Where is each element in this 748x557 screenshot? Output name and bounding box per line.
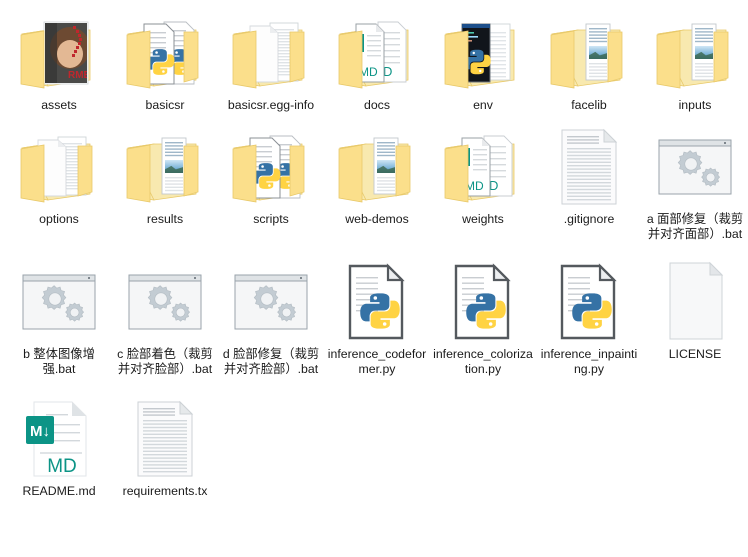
blank-doc-file-icon[interactable] [654,261,736,343]
item-label: results [146,211,184,226]
svg-text:MD: MD [47,456,77,477]
svg-text:M↓: M↓ [30,423,50,440]
bat-file-icon[interactable] [654,126,736,208]
desktop-item-.gitignore[interactable]: .gitignore [536,118,642,243]
item-label: LICENSE [668,346,722,361]
desktop-item-inference_inpainting.py[interactable]: inference_inpainting.py [536,253,642,378]
desktop-item-basicsr[interactable]: basicsr [112,4,218,114]
text-doc-file-icon[interactable] [548,126,630,208]
item-label: web-demos [345,211,409,226]
desktop-item-a--------------.bat[interactable]: a 面部修复（裁剪并对齐面部）.bat [642,118,748,243]
python-file-icon[interactable] [442,261,524,343]
item-label: docs [364,98,390,112]
desktop-item-requirements.txt[interactable]: requirements.tx [112,390,218,500]
item-label: assets [41,98,77,112]
desktop-item-LICENSE[interactable]: LICENSE [642,253,748,378]
desktop-item-inference_codeformer.py[interactable]: inference_codeformer.py [324,253,430,378]
folder-icon[interactable]: RME [18,12,100,94]
folder-icon[interactable] [18,126,100,208]
python-file-icon[interactable] [336,261,418,343]
text-doc-file-icon[interactable] [124,398,206,480]
item-label: inference_inpainting.py [540,346,638,377]
folder-icon[interactable] [548,12,630,94]
desktop-item-basicsr.egg-info[interactable]: basicsr.egg-info [218,4,324,114]
desktop-item-b-------.bat[interactable]: b 整体图像增强.bat [6,253,112,378]
python-file-icon[interactable] [548,261,630,343]
item-label: basicsr [145,98,185,112]
desktop-item-results[interactable]: results [112,118,218,243]
item-label: weights [462,211,504,226]
folder-icon[interactable]: D MD [442,126,524,208]
desktop-item-README.md[interactable]: M↓ MD README.md [6,390,112,500]
item-label: inference_codeformer.py [327,346,427,377]
desktop-item-inputs[interactable]: inputs [642,4,748,114]
item-label: requirements.tx [122,483,208,498]
folder-icon[interactable] [442,12,524,94]
item-label: a 面部修复（裁剪并对齐面部）.bat [646,211,744,242]
desktop-item-facelib[interactable]: facelib [536,4,642,114]
bat-file-icon[interactable] [124,261,206,343]
desktop-item-web-demos[interactable]: web-demos [324,118,430,243]
desktop-item-d--------------.bat[interactable]: d 脸部修复（裁剪并对齐脸部）.bat [218,253,324,378]
desktop-item-c--------------.bat[interactable]: c 脸部着色（裁剪并对齐脸部）.bat [112,253,218,378]
item-label: d 脸部修复（裁剪并对齐脸部）.bat [222,346,320,377]
bat-file-icon[interactable] [230,261,312,343]
desktop-item-weights[interactable]: D MD weights [430,118,536,243]
folder-icon[interactable]: D MD [336,12,418,94]
item-label: env [473,98,493,112]
folder-icon[interactable] [654,12,736,94]
bat-file-icon[interactable] [18,261,100,343]
item-label: inputs [678,98,712,112]
folder-icon[interactable] [336,126,418,208]
item-label: b 整体图像增强.bat [23,346,95,377]
icon-grid: RME assets basicsr basicsr.egg-info D MD… [0,0,748,499]
item-label: basicsr.egg-info [227,98,315,112]
desktop-item-options[interactable]: options [6,118,112,243]
item-label: .gitignore [563,211,615,226]
desktop-item-inference_colorization.py[interactable]: inference_colorization.py [430,253,536,378]
item-label: options [39,211,79,226]
item-label: facelib [571,98,607,112]
folder-icon[interactable] [124,126,206,208]
desktop-item-env[interactable]: env [430,4,536,114]
desktop-item-scripts[interactable]: scripts [218,118,324,243]
markdown-file-icon[interactable]: M↓ MD [18,398,100,480]
folder-icon[interactable] [230,12,312,94]
desktop-item-assets[interactable]: RME assets [6,4,112,114]
desktop-item-docs[interactable]: D MD docs [324,4,430,114]
folder-icon[interactable] [124,12,206,94]
item-label: c 脸部着色（裁剪并对齐脸部）.bat [117,346,213,377]
item-label: scripts [253,211,289,226]
item-label: inference_colorization.py [433,346,533,377]
folder-icon[interactable] [230,126,312,208]
file-explorer-icon-view: RME assets basicsr basicsr.egg-info D MD… [0,0,748,557]
item-label: README.md [22,483,96,498]
